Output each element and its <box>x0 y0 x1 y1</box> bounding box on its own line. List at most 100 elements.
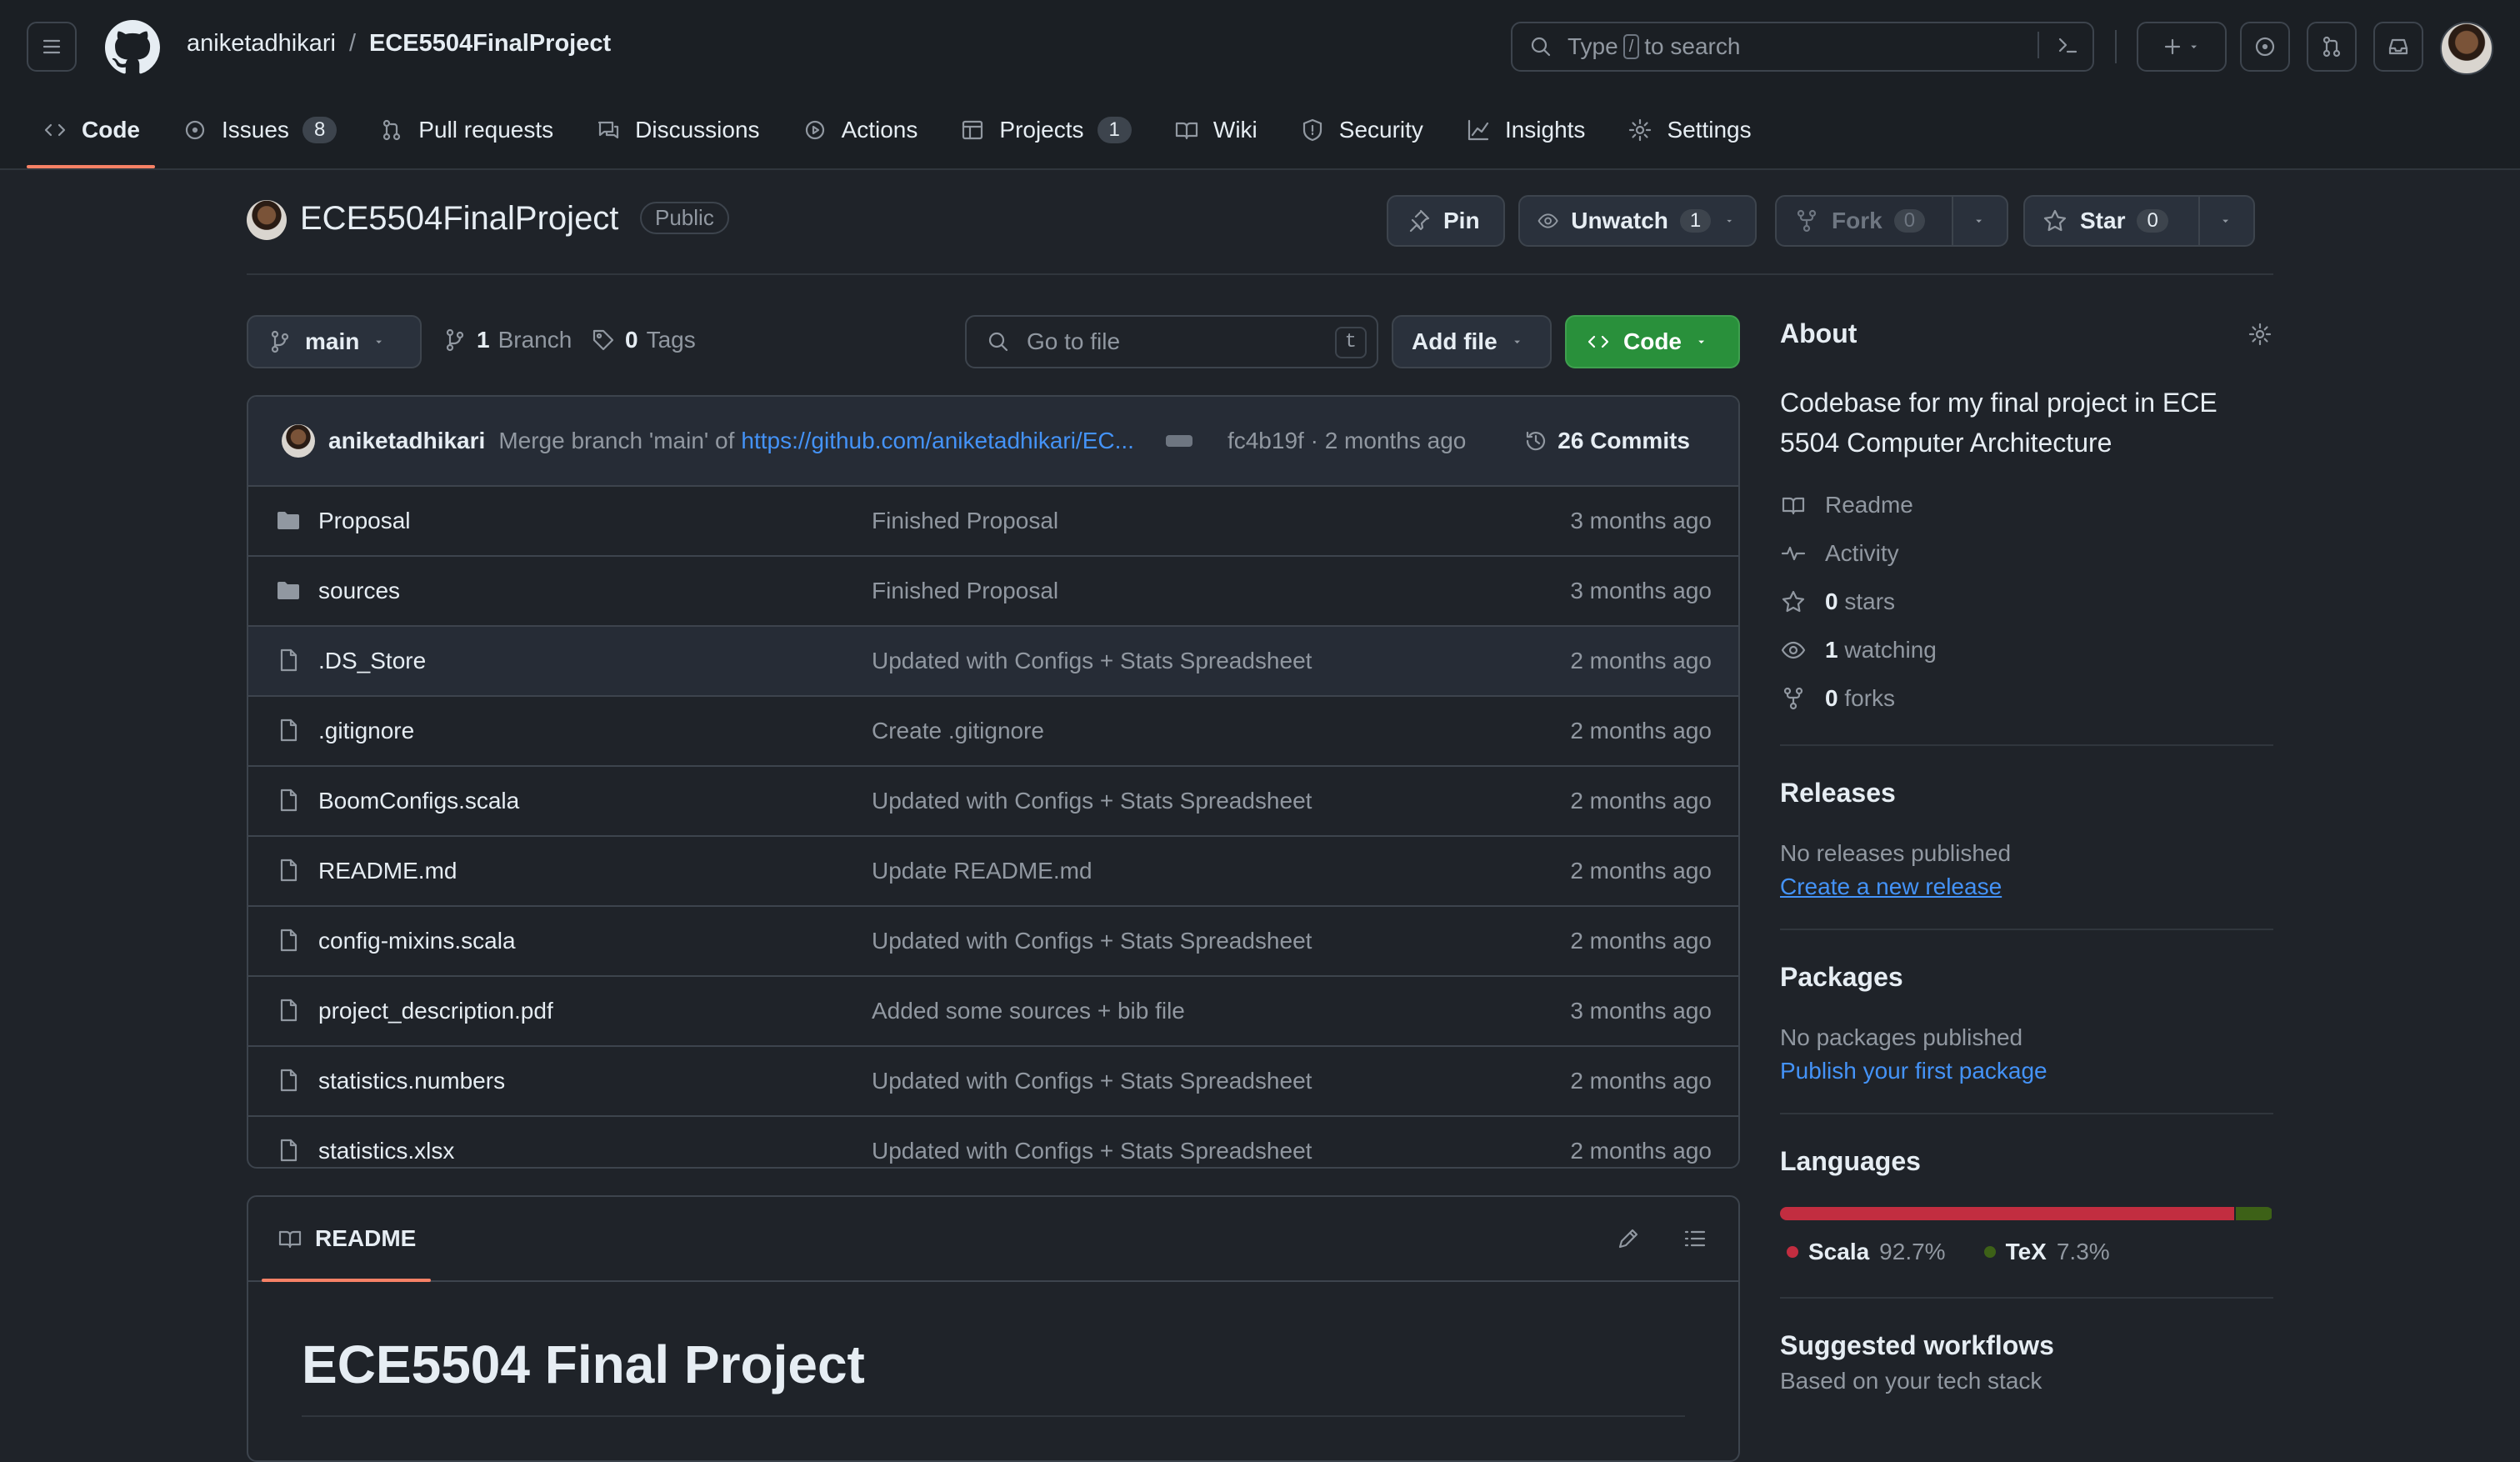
gear-icon[interactable] <box>2247 321 2273 348</box>
commit-message[interactable]: Merge branch 'main' of <box>498 428 734 454</box>
search-icon <box>1531 37 1551 57</box>
tab-security[interactable]: Security <box>1284 102 1438 158</box>
pull-requests-button[interactable] <box>2307 22 2357 72</box>
file-commit-message[interactable]: Update README.md <box>872 858 1092 884</box>
pin-button[interactable]: Pin <box>1387 195 1505 247</box>
user-avatar[interactable] <box>2440 22 2493 75</box>
menu-button[interactable] <box>27 22 77 72</box>
file-commit-message[interactable]: Finished Proposal <box>872 578 1058 604</box>
repo-owner-avatar[interactable] <box>247 200 287 240</box>
tab-settings[interactable]: Settings <box>1612 102 1766 158</box>
about-header: About <box>1780 318 2273 349</box>
language-scala[interactable]: Scala 92.7% <box>1787 1239 1946 1265</box>
file-row[interactable]: sources Finished Proposal 3 months ago <box>248 557 1738 627</box>
pull-request-icon <box>383 119 401 141</box>
language-tex[interactable]: TeX 7.3% <box>1983 1239 2110 1265</box>
file-row[interactable]: project_description.pdf Added some source… <box>248 977 1738 1047</box>
github-logo-icon[interactable] <box>105 20 160 75</box>
file-row[interactable]: .DS_Store Updated with Configs + Stats Sp… <box>248 627 1738 697</box>
code-button[interactable]: Code <box>1565 315 1740 368</box>
go-to-file-input[interactable]: Go to file t <box>965 315 1378 368</box>
star-dropdown[interactable] <box>2198 195 2255 247</box>
tab-readme[interactable]: README <box>262 1197 432 1282</box>
file-name-link[interactable]: project_description.pdf <box>318 998 553 1024</box>
branch-selector[interactable]: main <box>247 315 422 368</box>
issues-button[interactable] <box>2240 22 2290 72</box>
file-commit-message[interactable]: Updated with Configs + Stats Spreadsheet <box>872 788 1312 814</box>
issues-counter: 8 <box>302 117 338 143</box>
file-row[interactable]: Proposal Finished Proposal 3 months ago <box>248 487 1738 557</box>
tab-settings-label: Settings <box>1667 117 1752 143</box>
search-input[interactable]: Type / to search <box>1511 22 2094 72</box>
tags-link[interactable]: 0 Tags <box>590 327 696 353</box>
branch-label: Branch <box>498 327 572 353</box>
outline-list-icon[interactable] <box>1682 1225 1708 1252</box>
issue-icon <box>2255 37 2275 57</box>
pencil-icon[interactable] <box>1615 1225 1642 1252</box>
create-new-button[interactable] <box>2137 22 2227 72</box>
create-release-link[interactable]: Create a new release <box>1780 874 2273 900</box>
repo-title-bar: ECE5504FinalProject Public Pin Unwatch 1… <box>247 193 2273 275</box>
inbox-button[interactable] <box>2373 22 2423 72</box>
watchers-link[interactable]: 1 watching <box>1780 626 2273 674</box>
tab-insights[interactable]: Insights <box>1450 102 1601 158</box>
about-heading: About <box>1780 318 1858 348</box>
add-file-button[interactable]: Add file <box>1392 315 1552 368</box>
file-name-link[interactable]: Proposal <box>318 508 411 534</box>
tab-wiki[interactable]: Wiki <box>1158 102 1272 158</box>
tab-pull-requests[interactable]: Pull requests <box>363 102 568 158</box>
repo-link[interactable]: ECE5504FinalProject <box>369 30 611 58</box>
branches-link[interactable]: 1 Branch <box>442 327 572 353</box>
file-row[interactable]: .gitignore Create .gitignore 2 months ago <box>248 697 1738 767</box>
publish-package-link[interactable]: Publish your first package <box>1780 1058 2273 1084</box>
file-row[interactable]: config-mixins.scala Updated with Configs … <box>248 907 1738 977</box>
file-name-link[interactable]: .gitignore <box>318 718 414 744</box>
file-commit-message[interactable]: Updated with Configs + Stats Spreadsheet <box>872 648 1312 674</box>
stars-link[interactable]: 0 stars <box>1780 578 2273 626</box>
packages-heading[interactable]: Packages <box>1780 962 2273 993</box>
file-commit-message[interactable]: Updated with Configs + Stats Spreadsheet <box>872 1138 1312 1164</box>
file-commit-message[interactable]: Finished Proposal <box>872 508 1058 534</box>
language-name: Scala <box>1808 1239 1870 1264</box>
fork-dropdown[interactable] <box>1952 195 2008 247</box>
file-name-link[interactable]: README.md <box>318 858 457 884</box>
repo-name[interactable]: ECE5504FinalProject <box>300 200 618 238</box>
activity-link[interactable]: Activity <box>1780 529 2273 578</box>
fork-button[interactable]: Fork 0 <box>1775 195 1953 247</box>
commit-history-link[interactable]: 26 Commits <box>1522 428 1690 454</box>
tab-discussions[interactable]: Discussions <box>580 102 774 158</box>
file-row[interactable]: BoomConfigs.scala Updated with Configs + … <box>248 767 1738 837</box>
unwatch-button[interactable]: Unwatch 1 <box>1518 195 1757 247</box>
command-palette-button[interactable] <box>2038 32 2081 58</box>
readme-link[interactable]: Readme <box>1780 481 2273 529</box>
commit-author-avatar[interactable] <box>282 424 315 458</box>
tab-code[interactable]: Code <box>27 102 155 168</box>
file-commit-message[interactable]: Updated with Configs + Stats Spreadsheet <box>872 1068 1312 1094</box>
packages-empty-text: No packages published <box>1780 1024 2023 1050</box>
releases-heading[interactable]: Releases <box>1780 778 2273 809</box>
file-name-link[interactable]: statistics.numbers <box>318 1068 505 1094</box>
star-button[interactable]: Star 0 <box>2023 195 2200 247</box>
file-name-link[interactable]: .DS_Store <box>318 648 426 674</box>
commit-message-link[interactable]: https://github.com/aniketadhikari/EC... <box>741 428 1134 454</box>
expand-commit-message-button[interactable] <box>1165 435 1192 447</box>
forks-link[interactable]: 0 forks <box>1780 674 2273 723</box>
shield-icon <box>1302 118 1322 142</box>
file-row[interactable]: statistics.xlsx Updated with Configs + St… <box>248 1117 1738 1167</box>
file-name-link[interactable]: BoomConfigs.scala <box>318 788 519 814</box>
file-name-link[interactable]: config-mixins.scala <box>318 928 516 954</box>
owner-link[interactable]: aniketadhikari <box>187 30 336 58</box>
file-name-link[interactable]: sources <box>318 578 400 604</box>
tab-actions[interactable]: Actions <box>787 102 933 158</box>
file-row[interactable]: statistics.numbers Updated with Configs +… <box>248 1047 1738 1117</box>
file-commit-message[interactable]: Create .gitignore <box>872 718 1044 744</box>
tab-projects[interactable]: Projects 1 <box>944 102 1147 158</box>
file-commit-message[interactable]: Added some sources + bib file <box>872 998 1185 1024</box>
readme-tab-label: README <box>315 1225 417 1251</box>
tab-issues[interactable]: Issues 8 <box>167 102 352 158</box>
file-row[interactable]: README.md Update README.md 2 months ago <box>248 837 1738 907</box>
commit-hash[interactable]: fc4b19f <box>1228 428 1304 453</box>
file-name-link[interactable]: statistics.xlsx <box>318 1138 454 1164</box>
commit-author[interactable]: aniketadhikari <box>328 428 485 454</box>
file-commit-message[interactable]: Updated with Configs + Stats Spreadsheet <box>872 928 1312 954</box>
